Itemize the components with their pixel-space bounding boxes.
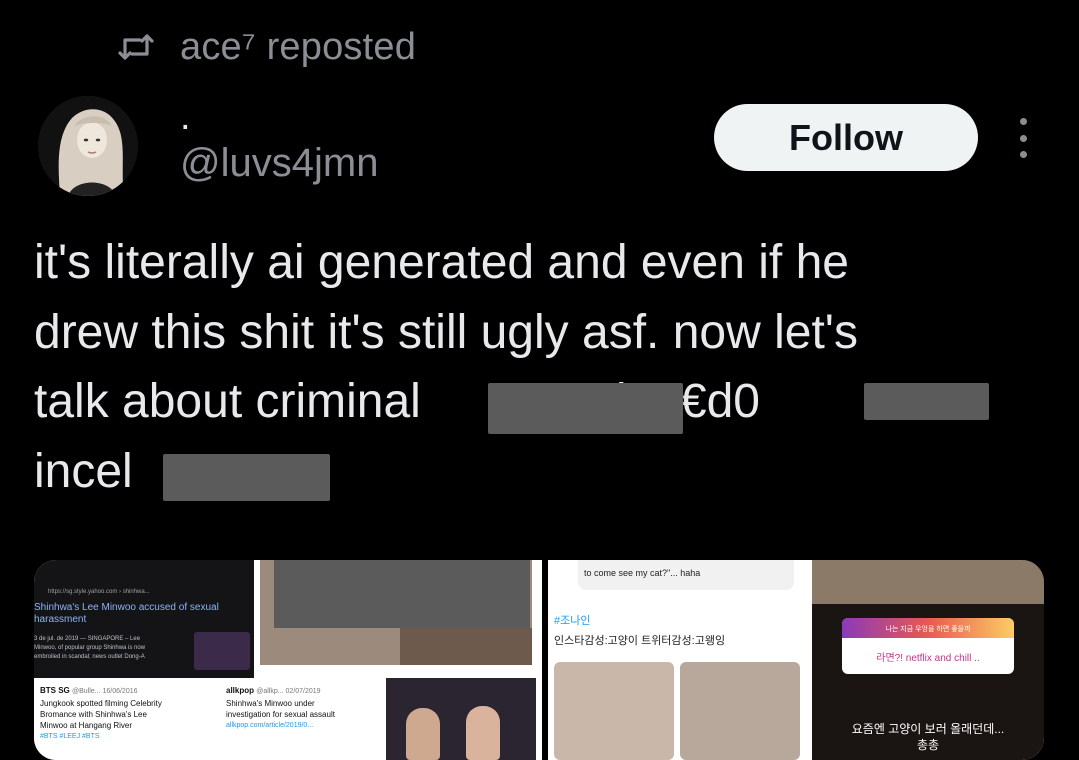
card-source: BTS SG @Bulle... 16/06/2016 xyxy=(40,686,138,695)
card-tags: #BTS #LEEJ #BTS xyxy=(40,733,100,740)
card-handle: @Bulle... 16/06/2016 xyxy=(72,688,138,695)
avatar-image xyxy=(38,96,138,196)
story-card: 나는 지금 우엉을 하면 좋을까 라면?! netflix and chill … xyxy=(842,618,1014,674)
search-title: Shinhwa's Lee Minwoo accused of sexual h… xyxy=(34,602,219,625)
media-image-left[interactable]: https://sg.style.yahoo.com › shinhwa... … xyxy=(34,560,542,760)
card-text: investigation for sexual assault xyxy=(226,710,335,719)
more-icon[interactable] xyxy=(1006,118,1040,158)
search-snippet: Minwoo, of popular group Shinhwa is now xyxy=(34,645,146,651)
repost-label: ace⁷ reposted xyxy=(180,25,417,68)
search-result-screenshot: https://sg.style.yahoo.com › shinhwa... … xyxy=(34,560,254,678)
photo-area xyxy=(406,708,440,760)
redaction-box xyxy=(274,560,530,628)
photo-area xyxy=(812,560,1044,604)
avatar[interactable] xyxy=(38,96,138,196)
card-handle: @allkp... 02/07/2019 xyxy=(256,688,321,695)
card-link: allkpop.com/article/2019/0... xyxy=(226,722,314,729)
story-answer: 라면?! netflix and chill .. xyxy=(876,653,980,664)
search-thumbnail xyxy=(194,632,250,670)
story-question: 나는 지금 우엉을 하면 좋을까 xyxy=(885,626,971,633)
card-text: Jungkook spotted filming Celebrity xyxy=(40,699,162,708)
card-source: allkpop @allkp... 02/07/2019 xyxy=(226,686,321,695)
media-grid[interactable]: https://sg.style.yahoo.com › shinhwa... … xyxy=(34,560,1044,760)
story-screenshot: 나는 지금 우엉을 하면 좋을까 라면?! netflix and chill … xyxy=(812,560,1044,760)
photo-thumbnail xyxy=(386,678,536,760)
card-text: Shinhwa's Minwoo under xyxy=(226,699,315,708)
redaction-box xyxy=(488,383,683,434)
tweet-segment: talk about criminal xyxy=(34,375,421,428)
repost-icon xyxy=(118,34,154,60)
search-snippet: embroiled in scandal; news outlet Dong-A xyxy=(34,654,145,660)
tweet-line: it's literally ai generated and even if … xyxy=(34,236,849,289)
redaction-box xyxy=(864,383,989,420)
follow-button[interactable]: Follow xyxy=(714,104,978,171)
more-dot xyxy=(1019,118,1027,125)
photo-area xyxy=(680,662,800,760)
tweet-card-bts-sg: BTS SG @Bulle... 16/06/2016 Jungkook spo… xyxy=(34,680,216,760)
more-dot xyxy=(1019,151,1027,158)
card-source-name: BTS SG xyxy=(40,686,70,695)
card-source-name: allkpop xyxy=(226,686,255,695)
tweet-line: drew this shit it's still ugly asf. now … xyxy=(34,305,858,359)
search-meta: 3 de jul. de 2019 — SINGAPORE – Lee xyxy=(34,636,141,642)
photo-area xyxy=(554,662,674,760)
card-text: Bromance with Shinhwa's Lee xyxy=(40,710,147,719)
chat-screenshot: to come see my cat?"... haha #조나인 인스타감성:… xyxy=(548,560,806,760)
insta-line: 인스타감성:고양이 트위터감성:고왱잉 xyxy=(554,635,726,647)
author-handle[interactable]: @luvs4jmn xyxy=(180,141,378,186)
redaction-box xyxy=(163,454,330,501)
hashtag: #조나인 xyxy=(554,615,591,627)
repost-header[interactable]: ace⁷ reposted xyxy=(118,22,416,72)
photo-area xyxy=(400,628,532,665)
media-image-right[interactable]: to come see my cat?"... haha #조나인 인스타감성:… xyxy=(548,560,1044,760)
search-url: https://sg.style.yahoo.com › shinhwa... xyxy=(48,589,150,595)
tweet-card-allkpop: allkpop @allkp... 02/07/2019 Shinhwa's M… xyxy=(222,680,382,760)
card-text: Minwoo at Hangang River xyxy=(40,721,133,730)
story-caption: 요즘엔 고양이 보러 올래던데... xyxy=(851,722,1005,736)
chat-text: to come see my cat?"... haha xyxy=(584,568,701,578)
author-display-name[interactable]: . xyxy=(180,97,191,137)
more-dot xyxy=(1019,134,1027,142)
photo-area xyxy=(466,706,500,760)
chat-bubble: to come see my cat?"... haha xyxy=(578,560,794,590)
photo-thumbnail xyxy=(260,560,532,665)
